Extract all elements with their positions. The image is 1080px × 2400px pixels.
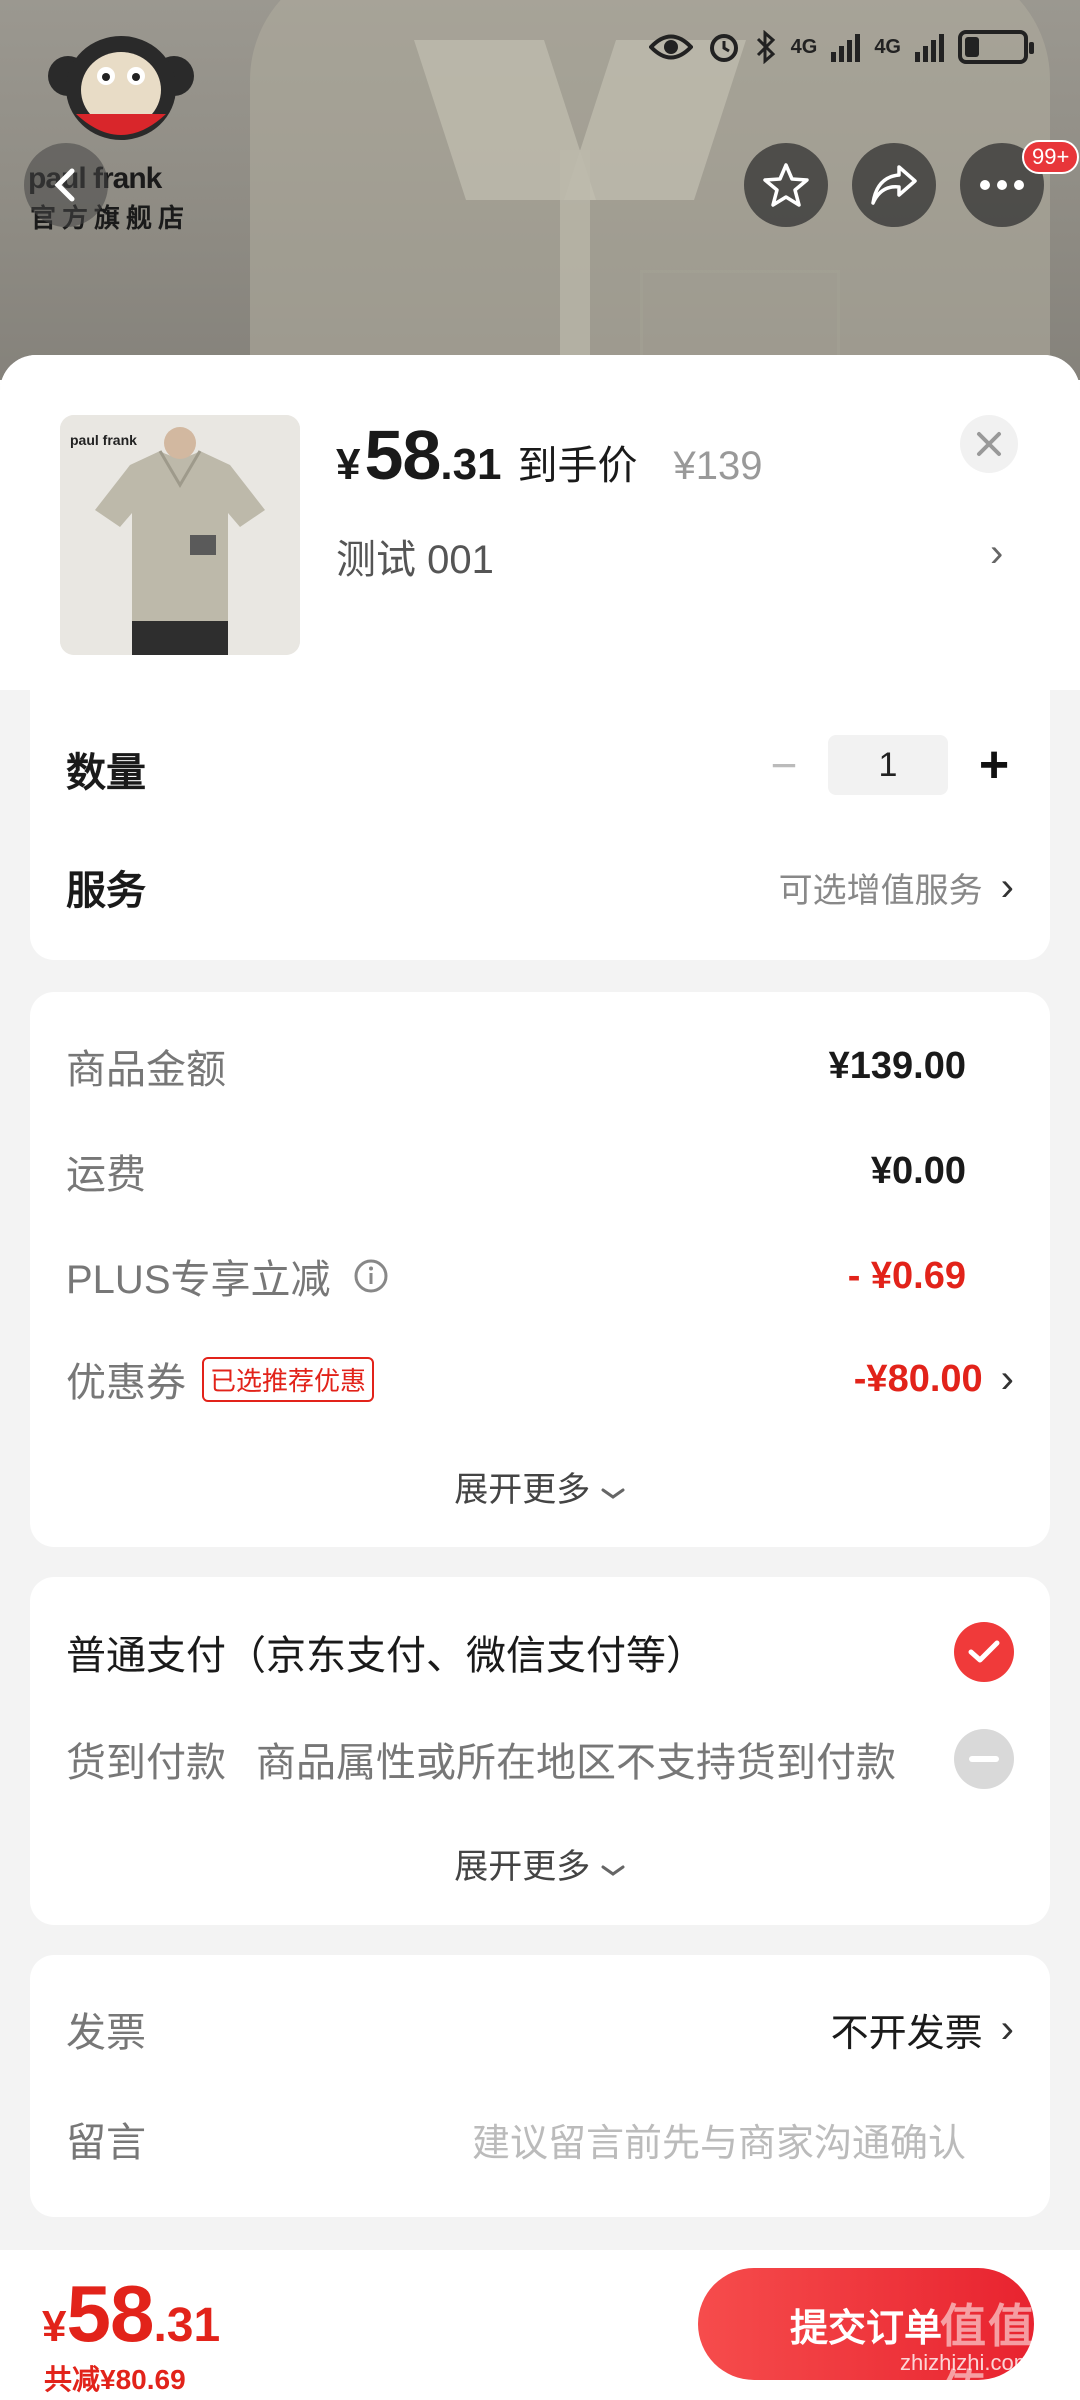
share-button[interactable] [852,143,936,227]
coupon-tag: 已选推荐优惠 [202,1356,375,1402]
battery-icon [958,30,1034,64]
chevron-down-icon [601,1865,625,1876]
product-header: paul frank ¥ 58 .31 到手价 ¥139 测试 001 › [0,355,1080,690]
product-price: ¥ 58 .31 到手价 ¥139 [336,415,763,495]
bluetooth-icon [756,30,775,64]
variant-selector[interactable]: 测试 001 [336,527,494,585]
price-label: 到手价 [517,444,638,488]
total-saved: 共减¥80.69 [44,2364,186,2395]
signal-icon [831,32,861,62]
status-bar: 4G 4G [648,30,1034,64]
quantity-service-card: 数量 − 1 + 服务 可选增值服务 › [30,690,1050,960]
price-symbol: ¥ [336,440,361,489]
price-summary-card: 商品金额 ¥139.00 运费 ¥0.00 PLUS专享立减 - ¥0.69 优… [30,992,1050,1547]
chevron-right-icon: › [1000,1356,1014,1401]
chevron-right-icon: › [1000,2006,1014,2051]
summary-row-coupon[interactable]: 优惠券 已选推荐优惠 -¥80.00 › [66,1350,1014,1408]
chevron-down-icon [601,1488,625,1499]
payment-option-normal[interactable]: 普通支付（京东支付、微信支付等） [66,1622,1014,1682]
message-row[interactable]: 留言 建议留言前先与商家沟通确认 [66,2110,966,2168]
summary-expand-button[interactable]: 展开更多 [30,1462,1050,1511]
network-2: 4G [874,35,901,58]
monkey-logo-icon [48,36,194,140]
share-icon [871,165,917,205]
star-icon [763,163,809,207]
more-dots-icon [980,180,1024,190]
invoice-value: 不开发票 [830,2012,983,2055]
notification-badge: 99+ [1022,140,1080,174]
check-icon [968,1640,1000,1663]
service-row[interactable]: 服务 可选增值服务 › [66,858,1014,916]
summary-row-goods: 商品金额 ¥139.00 [66,1044,966,1093]
minus-icon [969,1756,999,1762]
chevron-right-icon: › [1000,864,1014,909]
increase-button[interactable]: + [974,735,1014,795]
radio-checked[interactable] [954,1622,1014,1682]
radio-disabled [954,1729,1014,1789]
message-input[interactable]: 建议留言前先与商家沟通确认 [472,2112,966,2167]
chevron-left-icon [54,168,75,202]
original-price: ¥139 [673,444,763,488]
watermark-logo: 值值值 [940,2300,1036,2400]
info-icon[interactable] [353,1258,389,1294]
service-label: 服务 [66,869,146,913]
price-decimal: .31 [440,440,502,489]
order-sheet: paul frank ¥ 58 .31 到手价 ¥139 测试 001 › 数量… [0,355,1080,2400]
quantity-stepper[interactable]: − 1 + [756,735,1014,795]
total-price: ¥ 58 .31 [42,2269,221,2358]
invoice-message-card: 发票 不开发票 › 留言 建议留言前先与商家沟通确认 [30,1955,1050,2217]
shirt-image: paul frank [60,415,300,655]
alarm-icon [709,34,738,62]
decrease-button[interactable]: − [756,738,812,792]
payment-card: 普通支付（京东支付、微信支付等） 货到付款 商品属性或所在地区不支持货到付款 展… [30,1577,1050,1925]
payment-expand-button[interactable]: 展开更多 [30,1839,1050,1888]
watermark-text: zhizhizhi.com [900,2350,1033,2375]
close-button[interactable] [960,415,1018,473]
service-value: 可选增值服务 [778,871,983,910]
close-icon [977,432,1001,456]
svg-text:paul frank: paul frank [70,432,137,448]
summary-row-shipping: 运费 ¥0.00 [66,1149,966,1198]
signal-icon-2 [915,32,944,62]
summary-row-plus: PLUS专享立减 - ¥0.69 [66,1254,966,1303]
eye-icon [648,34,693,60]
network-1: 4G [790,35,818,58]
payment-option-cod: 货到付款 商品属性或所在地区不支持货到付款 [66,1729,1014,1789]
back-button[interactable] [24,143,108,227]
chevron-right-icon[interactable]: › [990,531,1003,576]
quantity-input[interactable]: 1 [828,735,948,795]
quantity-label: 数量 [66,751,146,795]
price-integer: 58 [364,416,441,494]
checkout-bar: ¥ 58 .31 共减¥80.69 提交订单 [0,2250,1080,2400]
product-thumbnail: paul frank [60,415,300,655]
invoice-row[interactable]: 发票 不开发票 › [66,2000,1014,2058]
favorite-button[interactable] [744,143,828,227]
